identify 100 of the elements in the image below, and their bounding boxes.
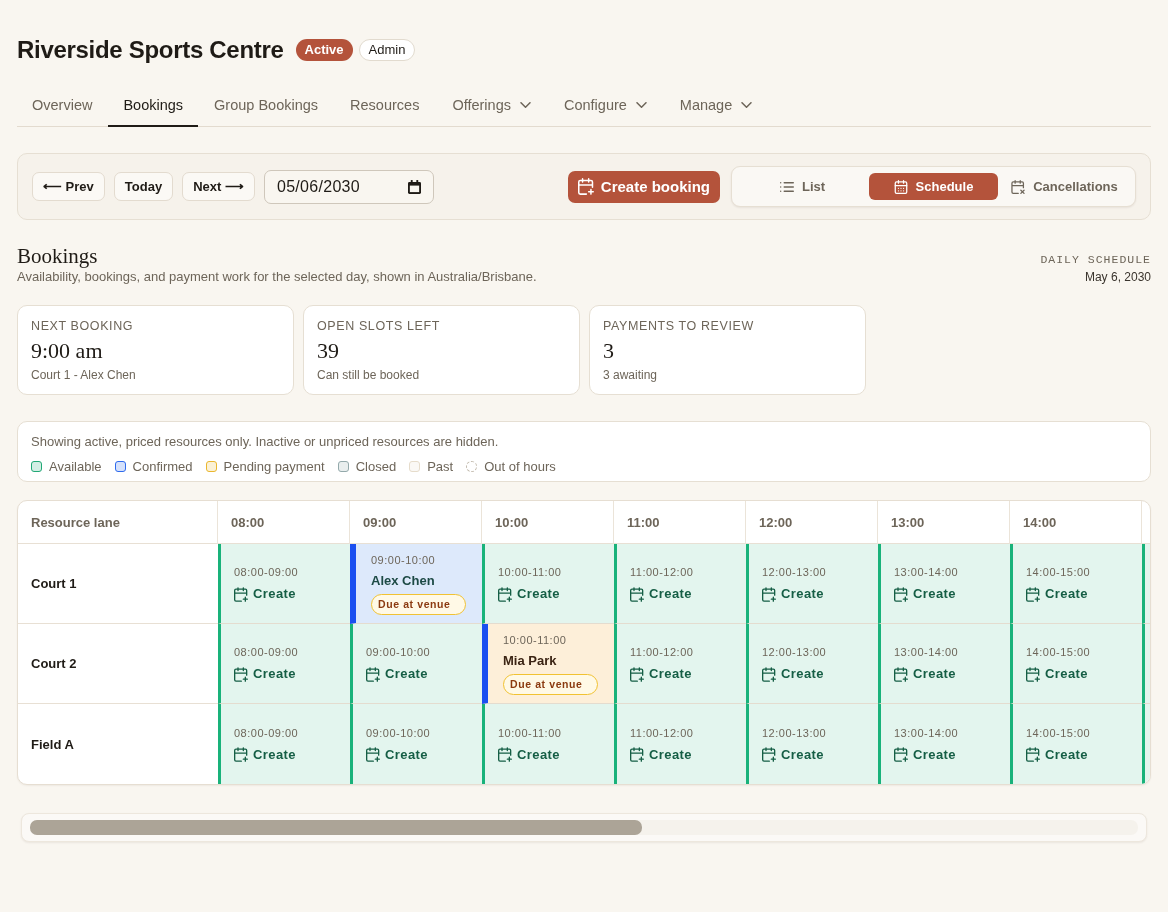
slot-time: 08:00-09:00 xyxy=(234,565,299,579)
calendar-plus-icon xyxy=(762,747,776,762)
scrollbar-thumb[interactable] xyxy=(30,820,642,835)
calendar-x-icon xyxy=(1011,179,1026,194)
calendar-plus-icon xyxy=(498,586,512,602)
create-link[interactable]: Create xyxy=(762,666,824,682)
stat-label: OPEN SLOTS LEFT xyxy=(317,319,441,334)
nav-tab[interactable]: Overview xyxy=(17,84,108,127)
create-link[interactable]: Create xyxy=(894,666,956,682)
lane-cell-text: Field A xyxy=(30,735,75,754)
schedule-date: May 6, 2030 xyxy=(1083,270,1151,285)
calendar-plus-icon xyxy=(630,666,644,682)
calendar-plus-icon xyxy=(630,586,644,602)
create-link[interactable]: Create xyxy=(894,746,956,763)
calendar-plus-icon xyxy=(234,586,248,602)
create-link[interactable]: Create xyxy=(762,586,824,602)
calendar-plus-icon xyxy=(894,586,908,602)
nav-tab[interactable]: Offerings xyxy=(436,84,547,127)
slot-time: 09:00-10:00 xyxy=(366,725,431,740)
create-link[interactable]: Create xyxy=(762,746,824,763)
calendar-plus-icon xyxy=(762,666,776,682)
slot-time: 10:00-11:00 xyxy=(498,565,562,579)
create-link[interactable]: Create xyxy=(1026,586,1088,602)
slot-time: 12:00-13:00 xyxy=(762,565,827,579)
stat-label: PAYMENTS TO REVIEW xyxy=(603,319,755,334)
slot-time: 14:00-15:00 xyxy=(1026,645,1091,659)
customer-name: Alex Chen xyxy=(371,572,435,589)
create-booking-button[interactable]: Create booking xyxy=(567,170,720,203)
today-button[interactable]: Today xyxy=(113,172,174,201)
slot-time: 14:00-15:00 xyxy=(1026,565,1091,579)
stat-value: 3 xyxy=(603,338,615,364)
create-link[interactable]: Create xyxy=(366,746,428,763)
create-link[interactable]: Create xyxy=(630,586,692,602)
slot-time: 13:00-14:00 xyxy=(894,725,959,740)
calendar-plus-icon xyxy=(234,747,248,762)
nav-tab[interactable]: Bookings xyxy=(108,84,199,127)
legend-label: Out of hours xyxy=(484,458,556,475)
slot-time: 11:00-12:00 xyxy=(630,565,694,579)
date-field[interactable]: 05/06/2030 xyxy=(263,169,434,204)
slot-time: 09:00-10:00 xyxy=(371,552,436,567)
create-link[interactable]: Create xyxy=(234,586,296,602)
customer-name: Mia Park xyxy=(503,652,557,669)
calendar-plus-icon xyxy=(366,666,380,682)
create-link[interactable]: Create xyxy=(1026,746,1088,763)
slot-time: 14:00-15:00 xyxy=(1026,725,1091,740)
create-link[interactable]: Create xyxy=(234,746,296,763)
schedule-eyebrow: DAILY SCHEDULE xyxy=(1040,253,1151,267)
nav-tab[interactable]: Group Bookings xyxy=(199,84,334,127)
create-link[interactable]: Create xyxy=(630,746,692,763)
calendar-plus-icon xyxy=(630,747,644,762)
create-link[interactable]: Create xyxy=(498,586,560,602)
nav-tab[interactable]: Resources xyxy=(334,84,436,127)
calendar-plus-icon xyxy=(762,586,776,602)
slot-time: 13:00-14:00 xyxy=(894,565,959,579)
section-subtitle: Availability, bookings, and payment work for the selected day, shown in Australia/Brisbane. xyxy=(17,268,537,285)
nav-tab[interactable]: Manage xyxy=(663,84,769,127)
slot-time: 12:00-13:00 xyxy=(762,645,827,659)
view-tab[interactable]: List xyxy=(738,173,867,200)
calendar-plus-icon xyxy=(234,666,248,682)
payment-badge: Due at venue xyxy=(503,673,598,695)
calendar-icon xyxy=(893,179,908,194)
create-link[interactable]: Create xyxy=(1026,666,1088,682)
list-icon xyxy=(779,181,794,192)
filter-note: Showing active, priced resources only. Inactive or unpriced resources are hidden. xyxy=(31,433,500,450)
stat-note: Court 1 - Alex Chen xyxy=(31,368,137,383)
next-button[interactable]: Next ⟶ xyxy=(182,172,255,201)
status-badge: Active xyxy=(295,39,353,61)
stat-value: 39 xyxy=(317,338,340,364)
legend-label: Confirmed xyxy=(132,458,193,475)
slot-time: 13:00-14:00 xyxy=(894,645,959,659)
slot-time: 10:00-11:00 xyxy=(503,632,567,647)
create-link[interactable]: Create xyxy=(630,666,692,682)
prev-button[interactable]: ⟵ Prev xyxy=(32,172,105,201)
view-tab[interactable]: Cancellations xyxy=(1000,173,1129,200)
legend-label: Past xyxy=(427,458,454,475)
stat-note: 3 awaiting xyxy=(603,368,659,383)
column-header: Resource lane xyxy=(18,501,218,544)
stat-label: NEXT BOOKING xyxy=(31,319,135,334)
page-title: Riverside Sports Centre xyxy=(17,35,284,65)
slot-time: 10:00-11:00 xyxy=(498,725,562,740)
slot-time: 08:00-09:00 xyxy=(234,645,299,659)
calendar-plus-icon xyxy=(1026,666,1040,682)
create-link[interactable]: Create xyxy=(366,666,428,682)
create-link[interactable]: Create xyxy=(234,666,296,682)
calendar-icon xyxy=(407,179,421,194)
legend-label: Closed xyxy=(355,458,397,475)
view-tab[interactable]: Schedule xyxy=(869,173,998,200)
calendar-plus-icon xyxy=(577,178,594,195)
calendar-plus-icon xyxy=(498,747,512,762)
calendar-plus-icon xyxy=(366,747,380,762)
slot-time: 08:00-09:00 xyxy=(234,725,299,740)
create-link[interactable]: Create xyxy=(894,586,956,602)
create-link[interactable]: Create xyxy=(498,746,560,763)
calendar-plus-icon xyxy=(894,747,908,762)
stat-note: Can still be booked xyxy=(317,368,421,383)
stat-value: 9:00 am xyxy=(31,338,104,364)
legend-label: Pending payment xyxy=(223,458,325,475)
payment-badge: Due at venue xyxy=(371,593,466,615)
nav-tab[interactable]: Configure xyxy=(547,84,663,127)
calendar-plus-icon xyxy=(1026,586,1040,602)
